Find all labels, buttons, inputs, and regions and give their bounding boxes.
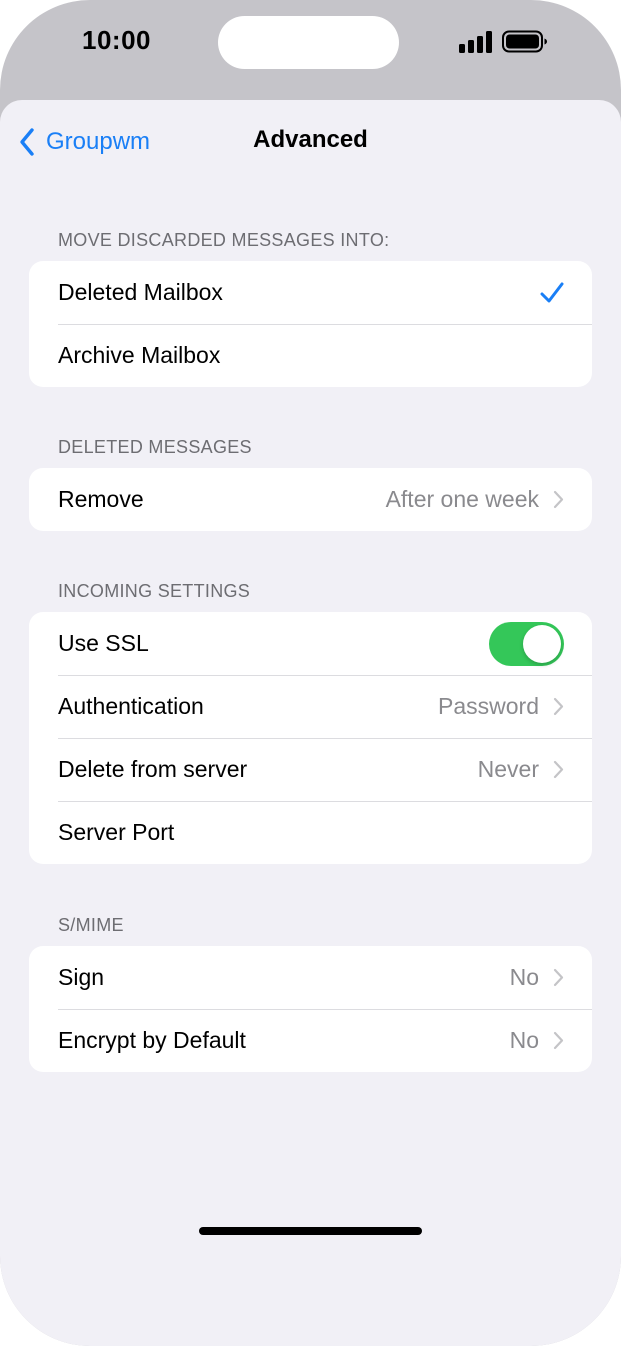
phone-frame: 10:00 Groupwm Advanced MOVE DISCARDED ME… xyxy=(0,0,621,1346)
use-ssl-toggle[interactable] xyxy=(489,621,564,666)
row-label: Remove xyxy=(58,486,144,512)
option-archive-mailbox[interactable]: Archive Mailbox xyxy=(29,324,592,387)
row-value: After one week xyxy=(385,486,539,512)
row-delete-from-server[interactable]: Delete from server Never xyxy=(29,738,592,801)
chevron-right-icon xyxy=(553,490,564,509)
chevron-right-icon xyxy=(553,760,564,779)
toggle-knob xyxy=(523,624,561,663)
row-value: No xyxy=(509,964,539,990)
group-incoming: Use SSL Authentication Password Delete f… xyxy=(29,612,592,864)
row-authentication[interactable]: Authentication Password xyxy=(29,675,592,738)
row-label: Deleted Mailbox xyxy=(58,279,223,305)
row-sign[interactable]: Sign No xyxy=(29,946,592,1009)
status-bar: 10:00 xyxy=(0,0,621,100)
dynamic-island xyxy=(218,16,399,69)
cellular-signal-icon xyxy=(459,31,493,53)
row-encrypt-by-default[interactable]: Encrypt by Default No xyxy=(29,1009,592,1072)
row-label: Server Port xyxy=(58,819,175,845)
home-indicator[interactable] xyxy=(199,1227,422,1235)
settings-sheet: Groupwm Advanced MOVE DISCARDED MESSAGES… xyxy=(0,100,621,1346)
status-time: 10:00 xyxy=(82,25,151,55)
row-label: Delete from server xyxy=(58,756,248,782)
row-value: Never xyxy=(477,756,539,782)
row-label: Authentication xyxy=(58,693,204,719)
page-title: Advanced xyxy=(253,126,368,153)
chevron-right-icon xyxy=(553,697,564,716)
row-value: No xyxy=(509,1027,539,1053)
section-header-smime: S/MIME xyxy=(58,915,124,935)
navigation-bar: Groupwm Advanced xyxy=(0,100,621,180)
row-server-port[interactable]: Server Port xyxy=(29,801,592,864)
option-deleted-mailbox[interactable]: Deleted Mailbox xyxy=(29,261,592,324)
row-use-ssl: Use SSL xyxy=(29,612,592,675)
row-label: Archive Mailbox xyxy=(58,342,221,368)
section-header-discarded: MOVE DISCARDED MESSAGES INTO: xyxy=(58,230,390,250)
chevron-right-icon xyxy=(553,968,564,987)
section-header-deleted: DELETED MESSAGES xyxy=(58,437,252,457)
battery-icon xyxy=(502,30,547,53)
group-discarded: Deleted Mailbox Archive Mailbox xyxy=(29,261,592,387)
row-label: Sign xyxy=(58,964,105,990)
row-label: Use SSL xyxy=(58,630,149,656)
row-value: Password xyxy=(438,693,539,719)
checkmark-icon xyxy=(540,282,564,302)
group-smime: Sign No Encrypt by Default No xyxy=(29,946,592,1072)
group-deleted: Remove After one week xyxy=(29,468,592,531)
row-label: Encrypt by Default xyxy=(58,1027,246,1053)
row-remove[interactable]: Remove After one week xyxy=(29,468,592,531)
chevron-right-icon xyxy=(553,1031,564,1050)
section-header-incoming: INCOMING SETTINGS xyxy=(58,581,251,601)
